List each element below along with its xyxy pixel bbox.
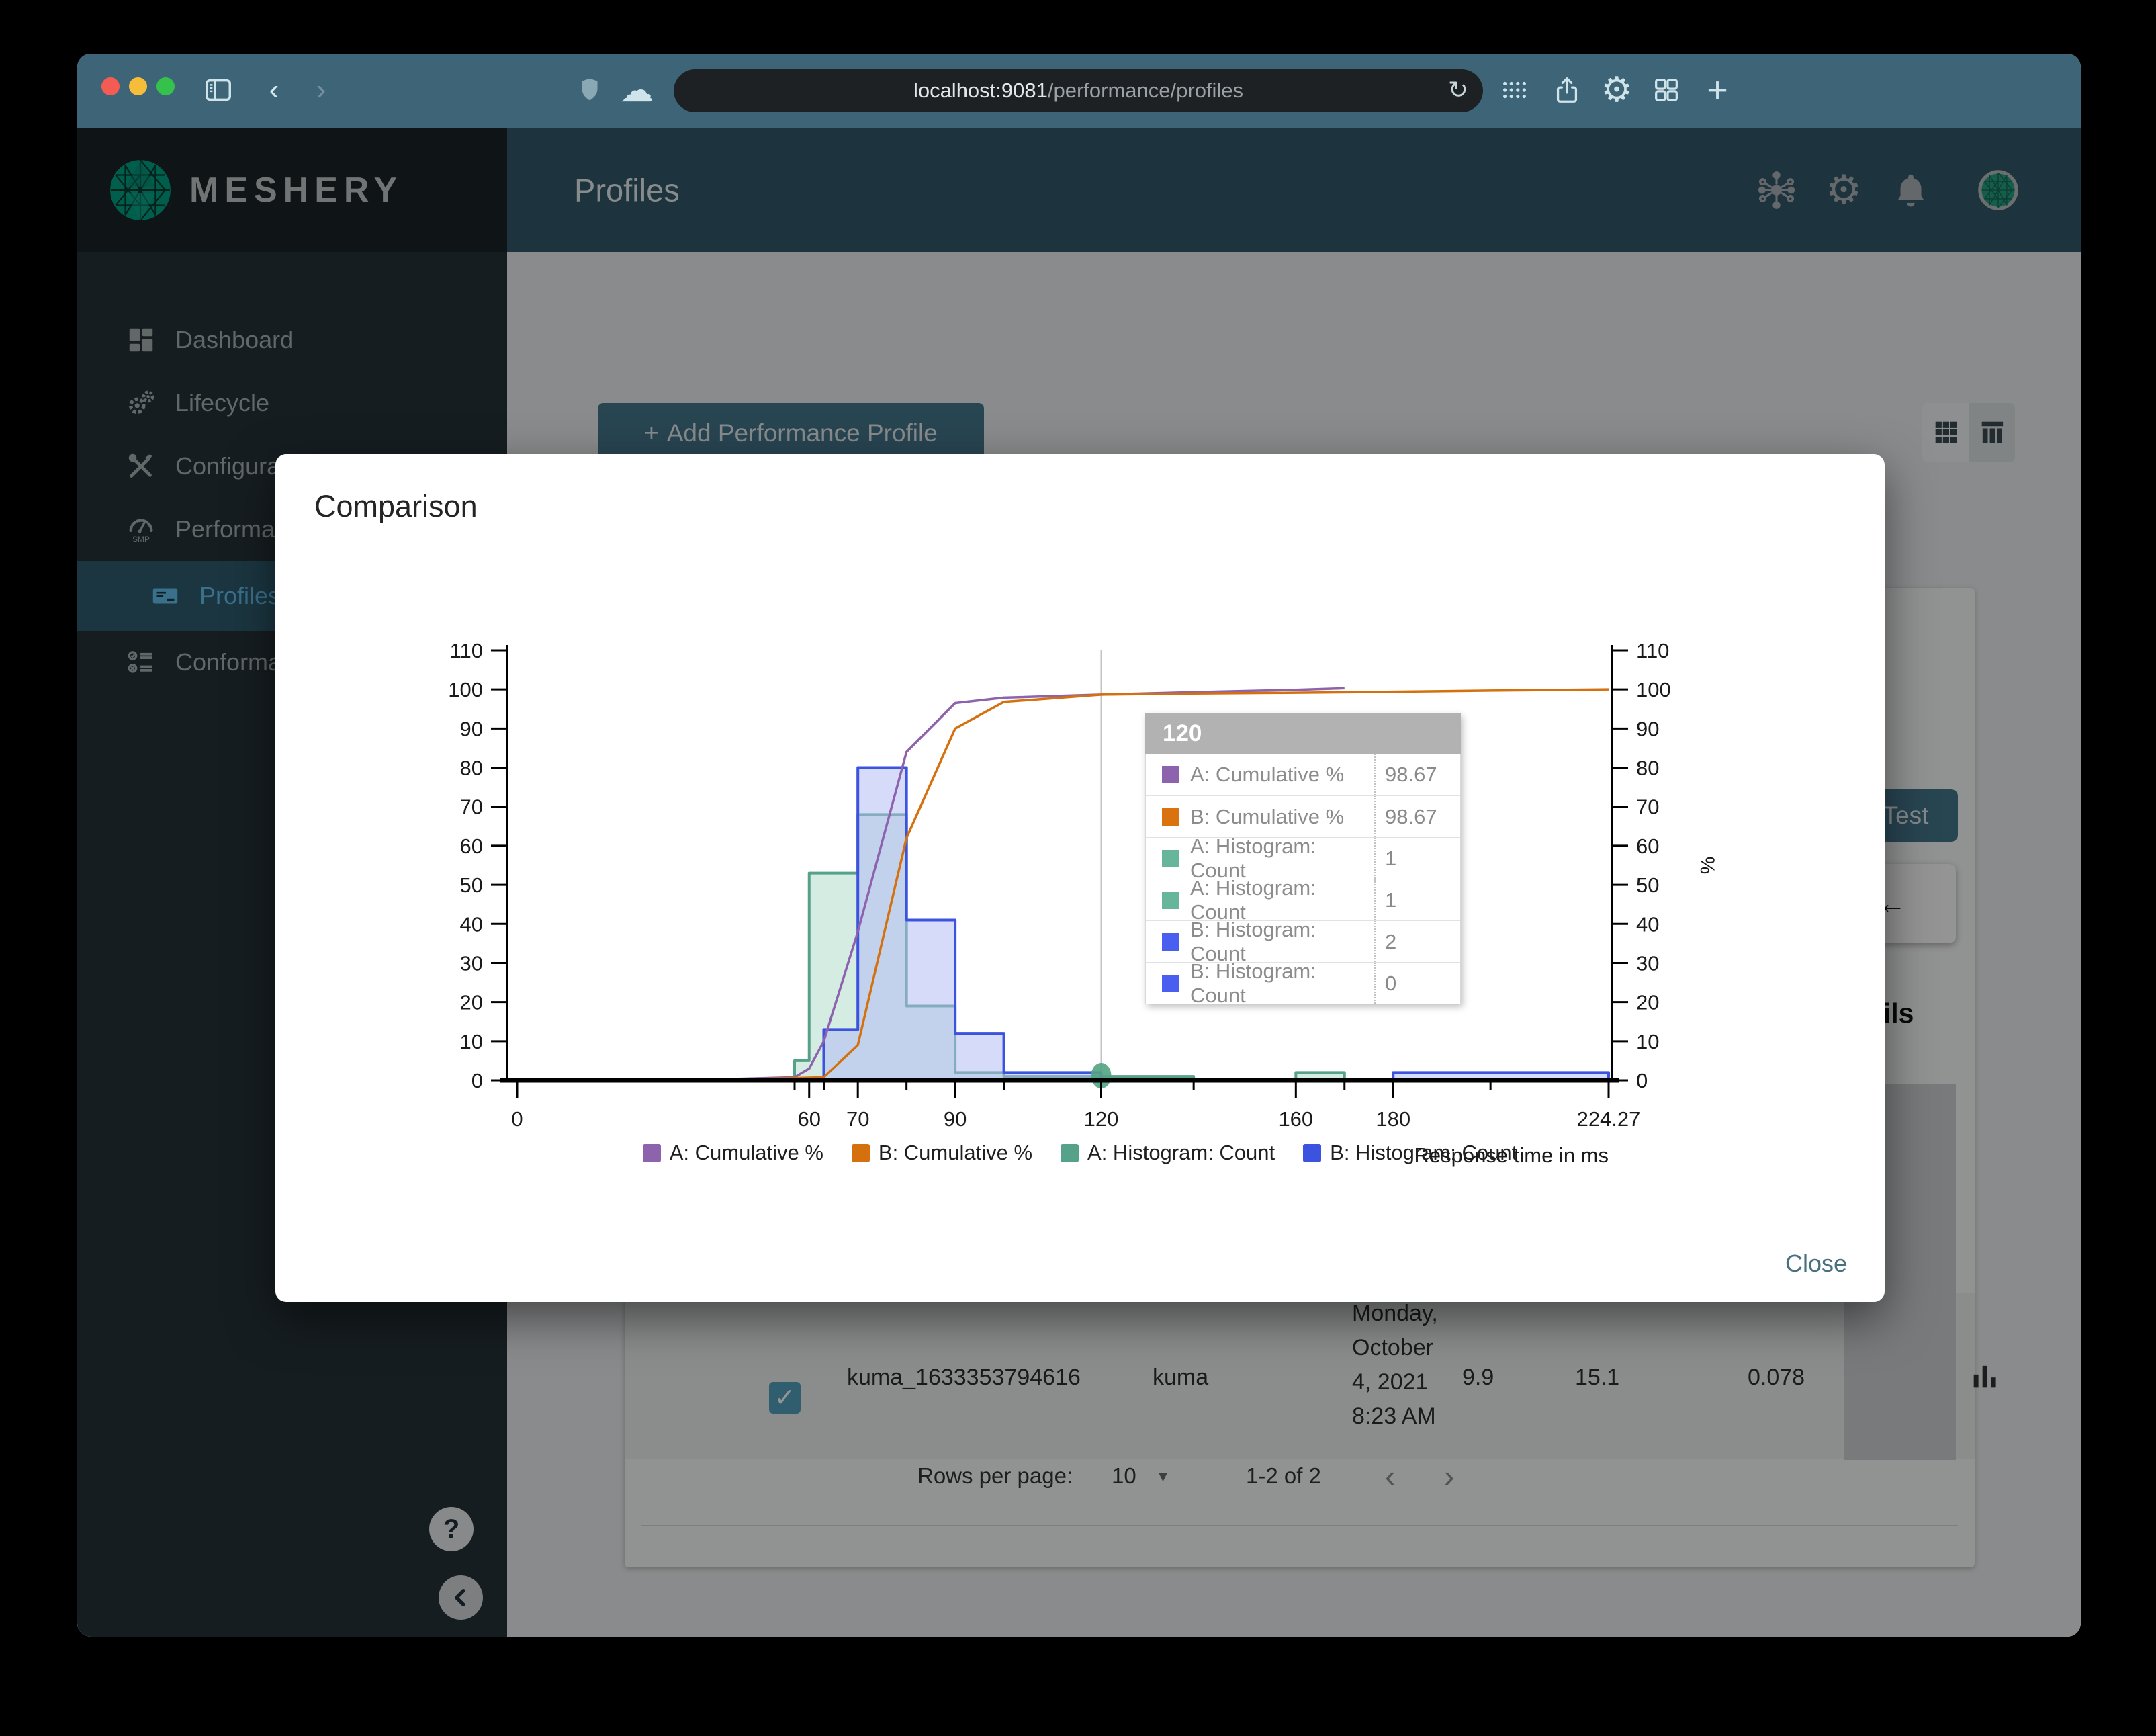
tooltip-row: A: Histogram: Count 1 — [1146, 834, 1460, 882]
svg-text:160: 160 — [1278, 1107, 1313, 1131]
svg-text:10: 10 — [460, 1030, 483, 1053]
legend-item[interactable]: A: Histogram: Count — [1061, 1141, 1275, 1165]
svg-text:0: 0 — [511, 1107, 523, 1131]
close-button[interactable]: Close — [1785, 1250, 1847, 1278]
svg-text:20: 20 — [1636, 991, 1659, 1014]
svg-text:30: 30 — [460, 951, 483, 975]
page: Profiles ⚙ MESHERY Dashboard Lifecycle C… — [77, 128, 2081, 1637]
comparison-chart: 0 010 1020 2030 3040 4050 5060 6070 7080 8090 9010… — [448, 639, 1718, 1167]
tooltip-series-label: B: Histogram: Count — [1190, 959, 1316, 1007]
svg-text:60: 60 — [1636, 834, 1659, 858]
svg-text:100: 100 — [448, 678, 483, 701]
traffic-light-minimize[interactable] — [129, 77, 147, 95]
tooltip-swatch — [1162, 849, 1179, 867]
legend-item[interactable]: B: Histogram: Count — [1303, 1141, 1517, 1165]
share-icon[interactable] — [1548, 71, 1586, 109]
svg-text:90: 90 — [944, 1107, 967, 1131]
svg-text:90: 90 — [1636, 717, 1659, 740]
svg-text:224.27: 224.27 — [1577, 1107, 1641, 1131]
svg-text:0: 0 — [471, 1069, 483, 1092]
tooltip-swatch — [1162, 808, 1179, 826]
tab-overview-icon[interactable] — [1648, 71, 1685, 109]
legend-swatch — [1061, 1143, 1079, 1162]
legend-item[interactable]: A: Cumulative % — [642, 1141, 823, 1165]
tooltip-swatch — [1162, 891, 1179, 909]
tooltip-row: B: Cumulative % 98.67 — [1146, 795, 1460, 837]
svg-text:60: 60 — [798, 1107, 821, 1131]
traffic-light-zoom[interactable] — [156, 77, 175, 95]
settings-gear-icon[interactable]: ⚙ — [1598, 71, 1635, 109]
legend-swatch — [1303, 1143, 1322, 1162]
chart-legend: A: Cumulative % B: Cumulative % A: Histogr… — [275, 1141, 1885, 1165]
chart-tooltip: 120 A: Cumulative % 98.67 B: Cumulative % 9… — [1145, 713, 1461, 1007]
address-bar[interactable]: localhost:9081/performance/profiles ↻ — [674, 69, 1483, 112]
tooltip-series-label: A: Cumulative % — [1190, 763, 1345, 786]
svg-text:80: 80 — [460, 756, 483, 780]
legend-swatch — [851, 1143, 870, 1162]
tooltip-row: B: Histogram: Count 0 — [1146, 959, 1460, 1007]
svg-text:%: % — [1696, 857, 1718, 875]
tooltip-row: A: Cumulative % 98.67 — [1146, 754, 1460, 795]
tooltip-row: B: Histogram: Count 2 — [1146, 918, 1460, 965]
svg-text:110: 110 — [450, 639, 483, 662]
back-icon[interactable]: ‹ — [255, 71, 293, 109]
tooltip-value: 98.67 — [1374, 796, 1460, 837]
svg-text:0: 0 — [1636, 1069, 1648, 1092]
svg-text:90: 90 — [460, 717, 483, 740]
svg-text:70: 70 — [1636, 795, 1659, 819]
svg-text:80: 80 — [1636, 756, 1659, 780]
dots-grid-icon[interactable] — [1496, 71, 1533, 109]
url-host: localhost:9081 — [913, 79, 1048, 102]
legend-swatch — [642, 1143, 661, 1162]
svg-text:40: 40 — [1636, 912, 1659, 936]
tooltip-value: 1 — [1374, 838, 1460, 879]
tooltip-swatch — [1162, 974, 1179, 992]
tooltip-x-value: 120 — [1145, 713, 1461, 754]
svg-text:70: 70 — [460, 795, 483, 819]
svg-text:70: 70 — [846, 1107, 869, 1131]
tooltip-series-label: B: Cumulative % — [1190, 804, 1345, 828]
svg-text:30: 30 — [1636, 951, 1659, 975]
svg-text:50: 50 — [460, 873, 483, 897]
cloud-icon[interactable]: ☁ — [618, 71, 656, 109]
comparison-dialog: Comparison 0 0 10 10 20 20 30 30 40 40 50 50 60 60 70 7… — [275, 454, 1885, 1302]
browser-toolbar: ‹ › ☁ localhost:9081/performance/profile… — [77, 54, 2081, 128]
legend-label: B: Cumulative % — [878, 1141, 1033, 1164]
svg-text:40: 40 — [460, 912, 483, 936]
forward-icon[interactable]: › — [302, 71, 340, 109]
sidebar-toggle-icon[interactable] — [199, 71, 237, 109]
new-tab-icon[interactable]: + — [1699, 71, 1736, 109]
shield-icon[interactable] — [571, 71, 609, 109]
browser-window: ‹ › ☁ localhost:9081/performance/profile… — [77, 54, 2081, 1637]
legend-label: A: Cumulative % — [669, 1141, 823, 1164]
reload-icon[interactable]: ↻ — [1448, 76, 1468, 104]
legend-label: B: Histogram: Count — [1330, 1141, 1518, 1164]
url-path: /performance/profiles — [1047, 79, 1244, 102]
svg-text:50: 50 — [1636, 873, 1659, 897]
tooltip-body: A: Cumulative % 98.67 B: Cumulative % 98.67… — [1145, 754, 1461, 1007]
tooltip-swatch — [1162, 932, 1179, 951]
legend-item[interactable]: B: Cumulative % — [851, 1141, 1033, 1165]
tooltip-value: 0 — [1374, 963, 1460, 1004]
traffic-light-close[interactable] — [101, 77, 120, 95]
tooltip-value: 98.67 — [1374, 754, 1460, 795]
svg-text:60: 60 — [460, 834, 483, 858]
tooltip-value: 1 — [1374, 879, 1460, 920]
legend-label: A: Histogram: Count — [1087, 1141, 1275, 1164]
svg-text:120: 120 — [1084, 1107, 1119, 1131]
svg-text:110: 110 — [1636, 639, 1669, 662]
svg-text:10: 10 — [1636, 1030, 1659, 1053]
tooltip-row: A: Histogram: Count 1 — [1146, 876, 1460, 924]
svg-text:20: 20 — [460, 991, 483, 1014]
svg-text:180: 180 — [1376, 1107, 1410, 1131]
tooltip-value: 2 — [1374, 921, 1460, 962]
svg-text:100: 100 — [1636, 678, 1671, 701]
tooltip-swatch — [1162, 766, 1179, 783]
